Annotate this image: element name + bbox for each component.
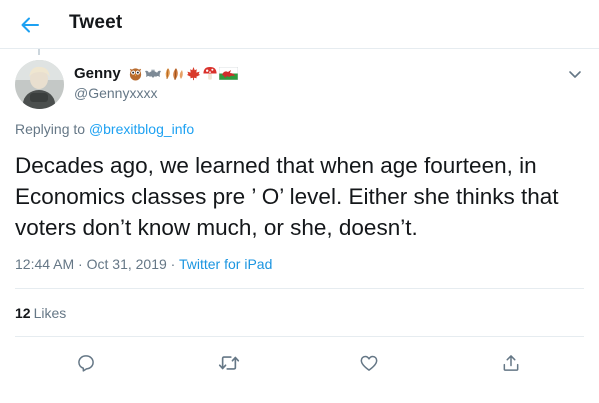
more-options-button[interactable] — [565, 64, 585, 84]
page-title: Tweet — [69, 12, 123, 33]
divider — [15, 336, 584, 337]
author-name-row[interactable]: Genny — [74, 65, 238, 82]
name-emoji-strip — [128, 66, 238, 81]
reply-button[interactable] — [74, 351, 98, 375]
reply-target-link[interactable]: @brexitblog_info — [89, 121, 194, 137]
wales-flag-icon — [218, 67, 238, 80]
mushroom-icon — [203, 66, 217, 80]
likes-label: Likes — [33, 305, 67, 321]
meta-separator: · — [170, 256, 176, 272]
retweet-icon — [218, 356, 240, 370]
thread-connector-line — [38, 49, 40, 55]
tweet-source-link[interactable]: Twitter for iPad — [179, 256, 272, 272]
reply-icon — [78, 355, 94, 372]
meta-separator: · — [78, 256, 83, 272]
back-button[interactable] — [14, 9, 46, 41]
share-icon — [503, 355, 519, 371]
tweet-meta: 12:44 AM · Oct 31, 2019 · Twitter for iP… — [15, 256, 272, 272]
maple-leaf-icon — [186, 66, 200, 81]
owl-icon — [129, 68, 141, 81]
divider — [15, 288, 584, 289]
arrow-left-icon — [21, 17, 39, 33]
heart-icon — [360, 355, 378, 371]
likes-count: 12 — [15, 305, 31, 321]
avatar[interactable] — [15, 60, 64, 109]
tweet-time[interactable]: 12:44 AM — [15, 256, 74, 272]
like-button[interactable] — [357, 351, 381, 375]
bat-icon — [144, 69, 161, 78]
replying-to-prefix: Replying to — [15, 121, 89, 137]
author-display-name: Genny — [74, 65, 121, 82]
replying-to: Replying to @brexitblog_info — [15, 121, 194, 137]
author-handle[interactable]: @Gennyxxxx — [74, 85, 157, 101]
tweet-date[interactable]: Oct 31, 2019 — [87, 256, 167, 272]
likes-stat[interactable]: 12 Likes — [15, 305, 66, 321]
chevron-down-icon — [569, 70, 581, 78]
retweet-button[interactable] — [217, 351, 241, 375]
leaves-icon — [165, 68, 183, 81]
tweet-text: Decades ago, we learned that when age fo… — [15, 153, 559, 240]
tweet-header: Tweet — [0, 0, 599, 49]
share-button[interactable] — [499, 351, 523, 375]
